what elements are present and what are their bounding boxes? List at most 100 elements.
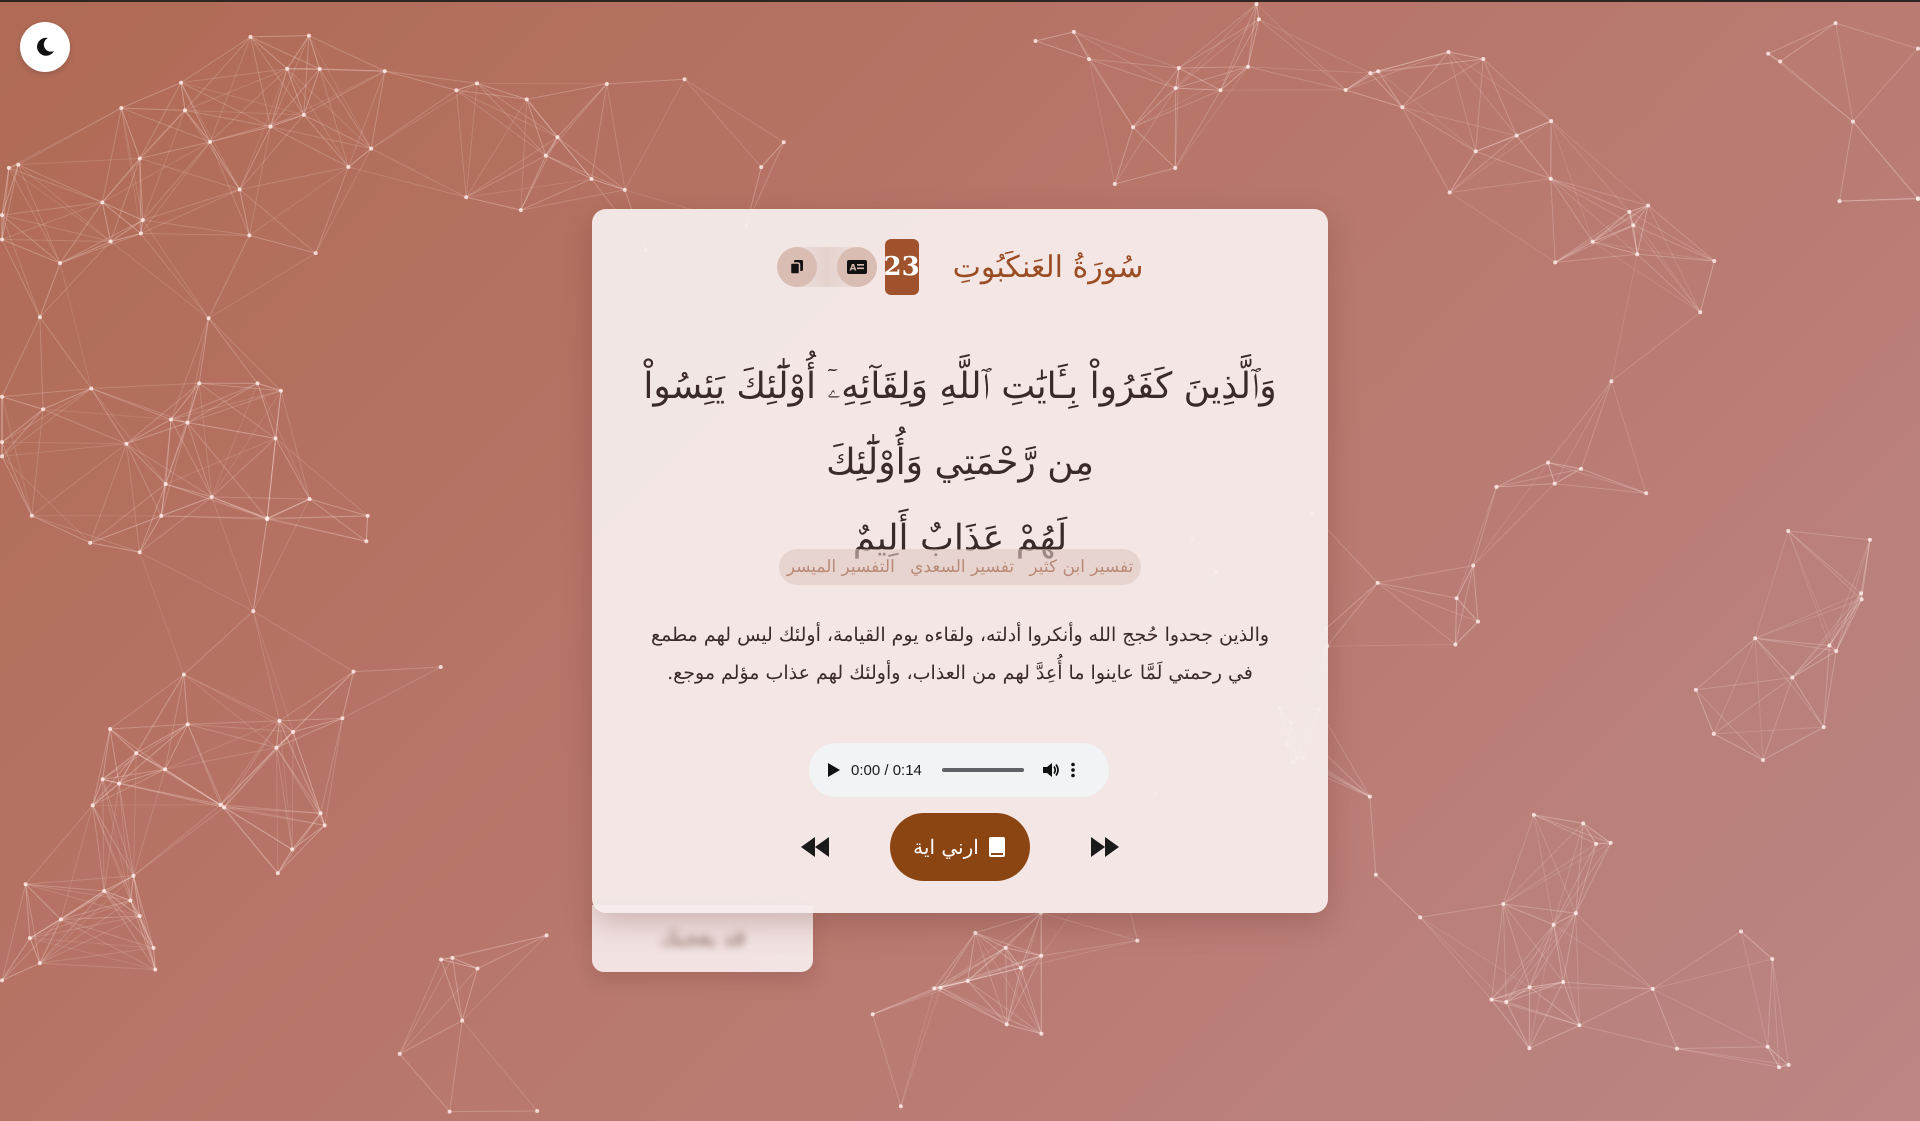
network-line — [1456, 565, 1474, 599]
network-node — [317, 66, 322, 71]
network-node — [1594, 841, 1599, 846]
network-node — [89, 386, 94, 391]
tab-tafsir-ibn-kathir[interactable]: تفسير ابن كثير — [1029, 557, 1133, 577]
network-line — [1823, 650, 1837, 728]
network-node — [1834, 649, 1839, 654]
tab-tafsir-saadi[interactable]: تفسير السعدي — [910, 557, 1014, 577]
network-node — [1254, 2, 1259, 6]
network-line — [319, 68, 349, 168]
network-node — [543, 153, 548, 158]
network-line — [451, 957, 463, 1021]
network-node — [682, 77, 687, 82]
network-line — [25, 884, 31, 939]
network-node — [6, 165, 11, 170]
network-node — [0, 213, 4, 218]
network-node — [1827, 643, 1832, 648]
copy-button[interactable] — [776, 247, 817, 287]
network-node — [1494, 484, 1499, 489]
play-icon[interactable] — [827, 762, 841, 778]
network-node — [382, 69, 387, 74]
network-line — [526, 98, 558, 138]
network-node — [965, 979, 970, 984]
network-line — [1652, 958, 1773, 990]
previous-ayah-button[interactable] — [795, 827, 835, 867]
audio-player: 0:00 / 0:14 — [809, 743, 1109, 797]
network-line — [89, 496, 212, 544]
network-node — [1418, 915, 1423, 920]
show-ayah-button[interactable]: ارني اية — [890, 813, 1030, 881]
network-node — [524, 97, 529, 102]
network-node — [274, 745, 279, 750]
network-line — [209, 36, 252, 143]
suggestion-tab[interactable]: قد يعجبك — [592, 905, 813, 972]
network-node — [117, 781, 122, 786]
network-node — [119, 106, 124, 111]
quran-book-icon — [988, 837, 1005, 857]
show-ayah-label: ارني اية — [913, 835, 979, 859]
network-line — [31, 443, 127, 517]
network-node — [1531, 812, 1536, 817]
network-node — [1368, 71, 1373, 76]
verse-line-1: وَٱلَّذِينَ كَفَرُواْ بِـَٔايَٰتِ ٱللَّه… — [643, 366, 1277, 483]
network-node — [206, 316, 211, 321]
network-line — [466, 196, 521, 211]
network-line — [1592, 241, 1701, 313]
network-node — [1501, 901, 1506, 906]
volume-icon[interactable] — [1042, 762, 1060, 778]
translate-button[interactable]: A — [836, 247, 877, 287]
network-line — [277, 812, 322, 874]
network-node — [454, 88, 459, 93]
network-line — [1787, 530, 1837, 652]
card-header: A 23 سُورَةُ العَنكَبُوتِ — [592, 239, 1328, 295]
network-line — [1035, 31, 1074, 42]
network-line — [1402, 58, 1484, 108]
more-options-icon[interactable] — [1070, 762, 1076, 778]
network-node — [1018, 965, 1023, 970]
network-line — [42, 388, 92, 410]
theme-toggle-button[interactable] — [20, 22, 70, 72]
network-node — [1833, 21, 1838, 26]
translate-icon: A — [846, 260, 867, 274]
network-line — [1754, 637, 1793, 678]
audio-progress-slider[interactable] — [941, 768, 1024, 772]
network-line — [1592, 211, 1630, 243]
network-node — [1760, 757, 1765, 762]
network-line — [208, 317, 282, 392]
network-node — [1627, 209, 1632, 214]
network-node — [1693, 687, 1698, 692]
network-node — [90, 803, 95, 808]
network-node — [464, 195, 469, 200]
network-node — [1711, 731, 1716, 736]
network-line — [266, 438, 277, 519]
network-line — [1, 316, 41, 397]
tab-tafsir-muyassar[interactable]: التفسير الميسر — [787, 557, 895, 577]
network-node — [1527, 1046, 1532, 1051]
network-node — [307, 497, 312, 502]
network-line — [1, 408, 44, 443]
network-node — [0, 440, 4, 445]
network-line — [440, 959, 463, 1021]
network-line — [456, 89, 558, 138]
network-node — [870, 1012, 875, 1017]
network-node — [1131, 125, 1136, 130]
network-node — [544, 933, 549, 938]
network-node — [182, 108, 187, 113]
network-node — [301, 112, 306, 117]
network-line — [545, 155, 626, 191]
network-node — [137, 914, 142, 919]
network-node — [197, 381, 202, 386]
network-node — [1766, 51, 1771, 56]
next-ayah-button[interactable] — [1085, 827, 1125, 867]
network-line — [1533, 814, 1611, 844]
network-line — [1575, 912, 1654, 990]
network-node — [781, 140, 786, 145]
network-line — [1377, 70, 1403, 108]
network-line — [286, 35, 310, 70]
network-line — [1828, 539, 1871, 646]
network-node — [88, 540, 93, 545]
network-line — [1835, 23, 1854, 122]
network-line — [520, 155, 547, 211]
network-node — [138, 231, 143, 236]
network-line — [1652, 930, 1742, 990]
network-line — [133, 804, 221, 877]
